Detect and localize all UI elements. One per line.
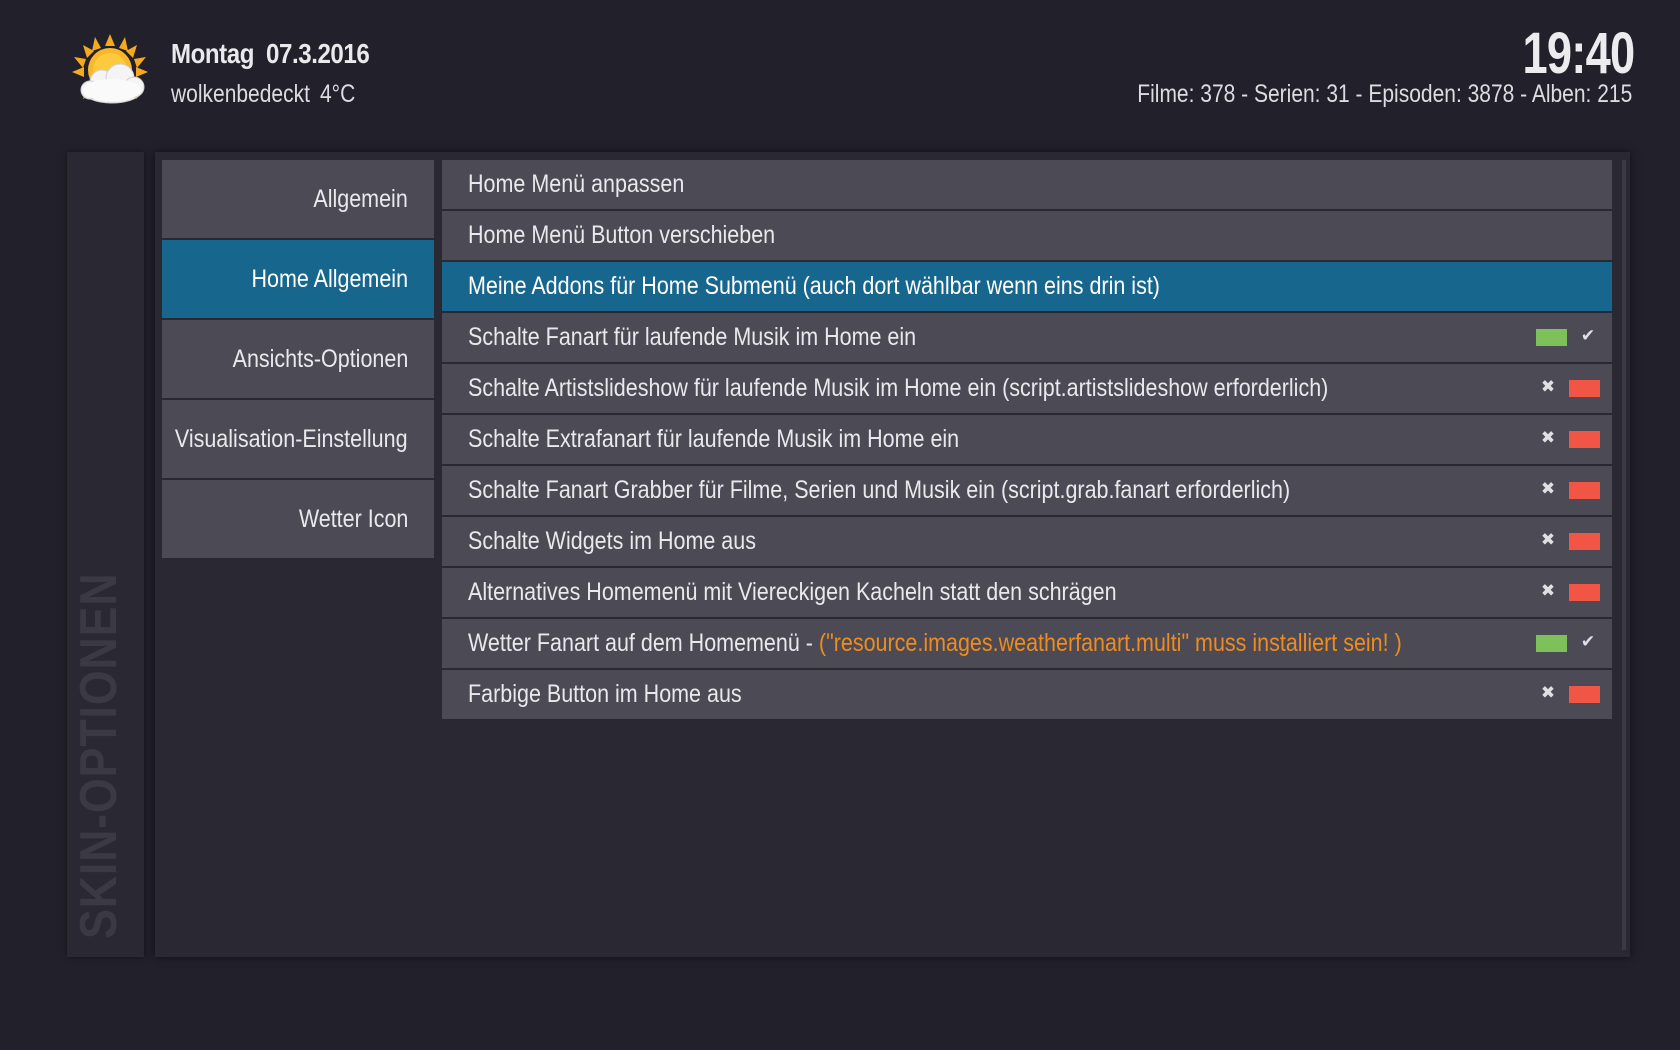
option-row[interactable]: Home Menü Button verschieben (442, 211, 1612, 260)
option-row[interactable]: Wetter Fanart auf dem Homemenü - ("resou… (442, 619, 1612, 668)
option-row[interactable]: Schalte Extrafanart für laufende Musik i… (442, 415, 1612, 464)
section-title-strip: SKIN-OPTIONEN (67, 152, 144, 957)
toggle-off[interactable]: ✖ (1536, 683, 1600, 704)
cross-icon: ✖ (1540, 530, 1556, 549)
toggle-on[interactable]: ✔ (1536, 632, 1600, 653)
category-item[interactable]: Wetter Icon (162, 480, 434, 558)
library-stats: Filme: 378 - Serien: 31 - Episoden: 3878… (1137, 80, 1632, 108)
option-text: Home Menü Button verschieben (468, 221, 775, 250)
option-text: Schalte Artistslideshow für laufende Mus… (468, 374, 1328, 403)
option-row[interactable]: Alternatives Homemenü mit Viereckigen Ka… (442, 568, 1612, 617)
partly-cloudy-sun-icon (72, 34, 148, 104)
option-label: Schalte Fanart für laufende Musik im Hom… (468, 323, 917, 351)
option-warning: ("resource.images.weatherfanart.multi" m… (818, 629, 1402, 657)
option-text: Home Menü anpassen (468, 170, 684, 199)
option-label: Home Menü anpassen (468, 170, 685, 198)
toggle-indicator (1569, 380, 1600, 397)
toggle-off[interactable]: ✖ (1536, 479, 1600, 500)
category-label: Visualisation-Einstellung (175, 424, 408, 453)
option-text: Alternatives Homemenü mit Viereckigen Ka… (468, 578, 1117, 607)
temperature: 4°C (320, 80, 356, 108)
date: 07.3.2016 (266, 38, 370, 69)
option-list: Home Menü anpassen Home Menü Button versc… (442, 160, 1612, 721)
toggle-off[interactable]: ✖ (1536, 428, 1600, 449)
clock: 19:40 (1522, 21, 1635, 86)
option-text: Meine Addons für Home Submenü (auch dort… (468, 272, 1160, 301)
option-label: Farbige Button im Home aus (468, 680, 742, 708)
skin-settings-screen: Montag 07.3.2016 wolkenbedeckt 4°C 19:40 F… (0, 0, 1680, 1050)
toggle-indicator (1569, 584, 1600, 601)
category-label: Home Allgemein (251, 264, 408, 293)
check-icon: ✔ (1580, 632, 1596, 651)
weekday: Montag (171, 38, 255, 69)
option-label: Schalte Artistslideshow für laufende Mus… (468, 374, 1329, 402)
option-text: Schalte Fanart Grabber für Filme, Serien… (468, 476, 1290, 505)
category-label: Allgemein (313, 184, 408, 213)
toggle-indicator (1569, 482, 1600, 499)
category-label: Ansichts-Optionen (232, 344, 408, 373)
weather-condition: wolkenbedeckt (171, 80, 310, 108)
section-title: SKIN-OPTIONEN (70, 572, 128, 939)
category-label: Wetter Icon (298, 504, 408, 533)
option-row[interactable]: Farbige Button im Home aus ✖ (442, 670, 1612, 719)
cross-icon: ✖ (1540, 377, 1556, 396)
cross-icon: ✖ (1540, 428, 1556, 447)
toggle-indicator (1569, 533, 1600, 550)
option-label: Schalte Fanart Grabber für Filme, Serien… (468, 476, 1291, 504)
option-row[interactable]: Schalte Fanart Grabber für Filme, Serien… (442, 466, 1612, 515)
toggle-indicator (1569, 686, 1600, 703)
toggle-indicator (1536, 635, 1567, 652)
category-list: Allgemein Home Allgemein Ansichts-Optionen… (162, 160, 434, 560)
check-icon: ✔ (1580, 326, 1596, 345)
option-row[interactable]: Meine Addons für Home Submenü (auch dort… (442, 262, 1612, 311)
category-item[interactable]: Visualisation-Einstellung (162, 400, 434, 478)
scrollbar[interactable] (1622, 160, 1626, 950)
toggle-indicator (1536, 329, 1567, 346)
option-text: Schalte Extrafanart für laufende Musik i… (468, 425, 959, 454)
option-row[interactable]: Schalte Widgets im Home aus ✖ (442, 517, 1612, 566)
option-text: Schalte Fanart für laufende Musik im Hom… (468, 323, 916, 352)
category-item[interactable]: Ansichts-Optionen (162, 320, 434, 398)
date-line: Montag 07.3.2016 (171, 38, 381, 70)
weather-line: wolkenbedeckt 4°C (171, 80, 365, 109)
cross-icon: ✖ (1540, 581, 1556, 600)
option-row[interactable]: Schalte Fanart für laufende Musik im Hom… (442, 313, 1612, 362)
option-row[interactable]: Schalte Artistslideshow für laufende Mus… (442, 364, 1612, 413)
option-label: Wetter Fanart auf dem Homemenü - (468, 629, 819, 657)
option-label: Alternatives Homemenü mit Viereckigen Ka… (468, 578, 1117, 606)
cross-icon: ✖ (1540, 683, 1556, 702)
option-text: Wetter Fanart auf dem Homemenü - ("resou… (468, 629, 1402, 658)
option-label: Meine Addons für Home Submenü (auch dort… (468, 272, 1160, 300)
toggle-indicator (1569, 431, 1600, 448)
option-row[interactable]: Home Menü anpassen (442, 160, 1612, 209)
settings-panel: Allgemein Home Allgemein Ansichts-Optionen… (155, 152, 1630, 957)
toggle-on[interactable]: ✔ (1536, 326, 1600, 347)
option-text: Farbige Button im Home aus (468, 680, 742, 709)
category-item[interactable]: Home Allgemein (162, 240, 434, 318)
toggle-off[interactable]: ✖ (1536, 581, 1600, 602)
toggle-off[interactable]: ✖ (1536, 530, 1600, 551)
option-text: Schalte Widgets im Home aus (468, 527, 756, 556)
toggle-off[interactable]: ✖ (1536, 377, 1600, 398)
option-label: Home Menü Button verschieben (468, 221, 776, 249)
category-item[interactable]: Allgemein (162, 160, 434, 238)
cross-icon: ✖ (1540, 479, 1556, 498)
option-label: Schalte Widgets im Home aus (468, 527, 756, 555)
option-label: Schalte Extrafanart für laufende Musik i… (468, 425, 960, 453)
